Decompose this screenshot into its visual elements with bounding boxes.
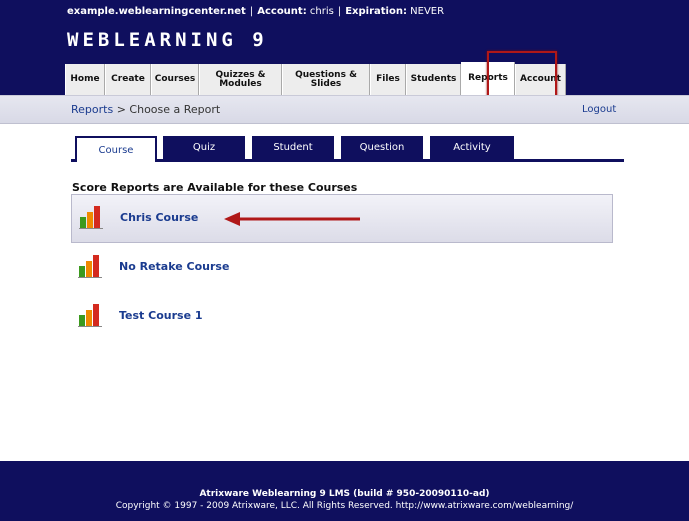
section-title: Score Reports are Available for these Co… bbox=[72, 181, 358, 194]
breadcrumb-link-reports[interactable]: Reports bbox=[71, 103, 113, 116]
account-value: chris bbox=[309, 6, 334, 17]
course-row[interactable]: Test Course 1 bbox=[71, 293, 613, 342]
app-logo: WEBLEARNING 9 bbox=[67, 29, 268, 51]
footer-copyright: Copyright © 1997 - 2009 Atrixware, LLC. … bbox=[115, 501, 574, 511]
nav-tab-questions-slides[interactable]: Questions & Slides bbox=[282, 64, 370, 95]
bar-chart-icon bbox=[79, 206, 103, 229]
nav-tab-courses[interactable]: Courses bbox=[151, 64, 199, 95]
breadcrumb-current: Choose a Report bbox=[129, 103, 221, 116]
page-footer: Atrixware Weblearning 9 LMS (build # 950… bbox=[0, 461, 689, 521]
course-link[interactable]: No Retake Course bbox=[119, 260, 229, 273]
nav-tab-students[interactable]: Students bbox=[406, 64, 461, 95]
bar-chart-icon bbox=[78, 255, 102, 278]
account-info-line: example.weblearningcenter.net | Account: c… bbox=[67, 6, 445, 17]
tab-course[interactable]: Course bbox=[75, 136, 157, 162]
site-domain: example.weblearningcenter.net bbox=[67, 6, 246, 17]
expiration-label: Expiration: bbox=[345, 6, 407, 17]
course-link[interactable]: Test Course 1 bbox=[119, 309, 203, 322]
nav-tab-quizzes-modules[interactable]: Quizzes & Modules bbox=[199, 64, 282, 95]
reports-tab-highlight-box bbox=[487, 51, 557, 99]
logout-link[interactable]: Logout bbox=[582, 104, 616, 115]
breadcrumb-bar: Reports > Choose a Report Logout bbox=[0, 95, 689, 124]
footer-build-info: Atrixware Weblearning 9 LMS (build # 950… bbox=[199, 489, 490, 499]
tab-quiz[interactable]: Quiz bbox=[163, 136, 245, 159]
course-link[interactable]: Chris Course bbox=[120, 211, 198, 224]
nav-tab-home[interactable]: Home bbox=[65, 64, 105, 95]
course-row[interactable]: No Retake Course bbox=[71, 244, 613, 293]
breadcrumb-separator: > bbox=[116, 103, 126, 116]
nav-tab-create[interactable]: Create bbox=[105, 64, 151, 95]
account-label: Account: bbox=[257, 6, 307, 17]
red-arrow-pointer bbox=[224, 212, 360, 226]
bar-chart-icon bbox=[78, 304, 102, 327]
report-type-tabs: Course Quiz Student Question Activity bbox=[71, 136, 624, 162]
nav-tab-files[interactable]: Files bbox=[370, 64, 406, 95]
expiration-value: NEVER bbox=[410, 6, 445, 17]
tab-activity[interactable]: Activity bbox=[430, 136, 514, 159]
app-header: example.weblearningcenter.net | Account: c… bbox=[0, 0, 689, 99]
breadcrumb: Reports > Choose a Report bbox=[71, 103, 220, 116]
tab-student[interactable]: Student bbox=[252, 136, 334, 159]
tab-question[interactable]: Question bbox=[341, 136, 423, 159]
